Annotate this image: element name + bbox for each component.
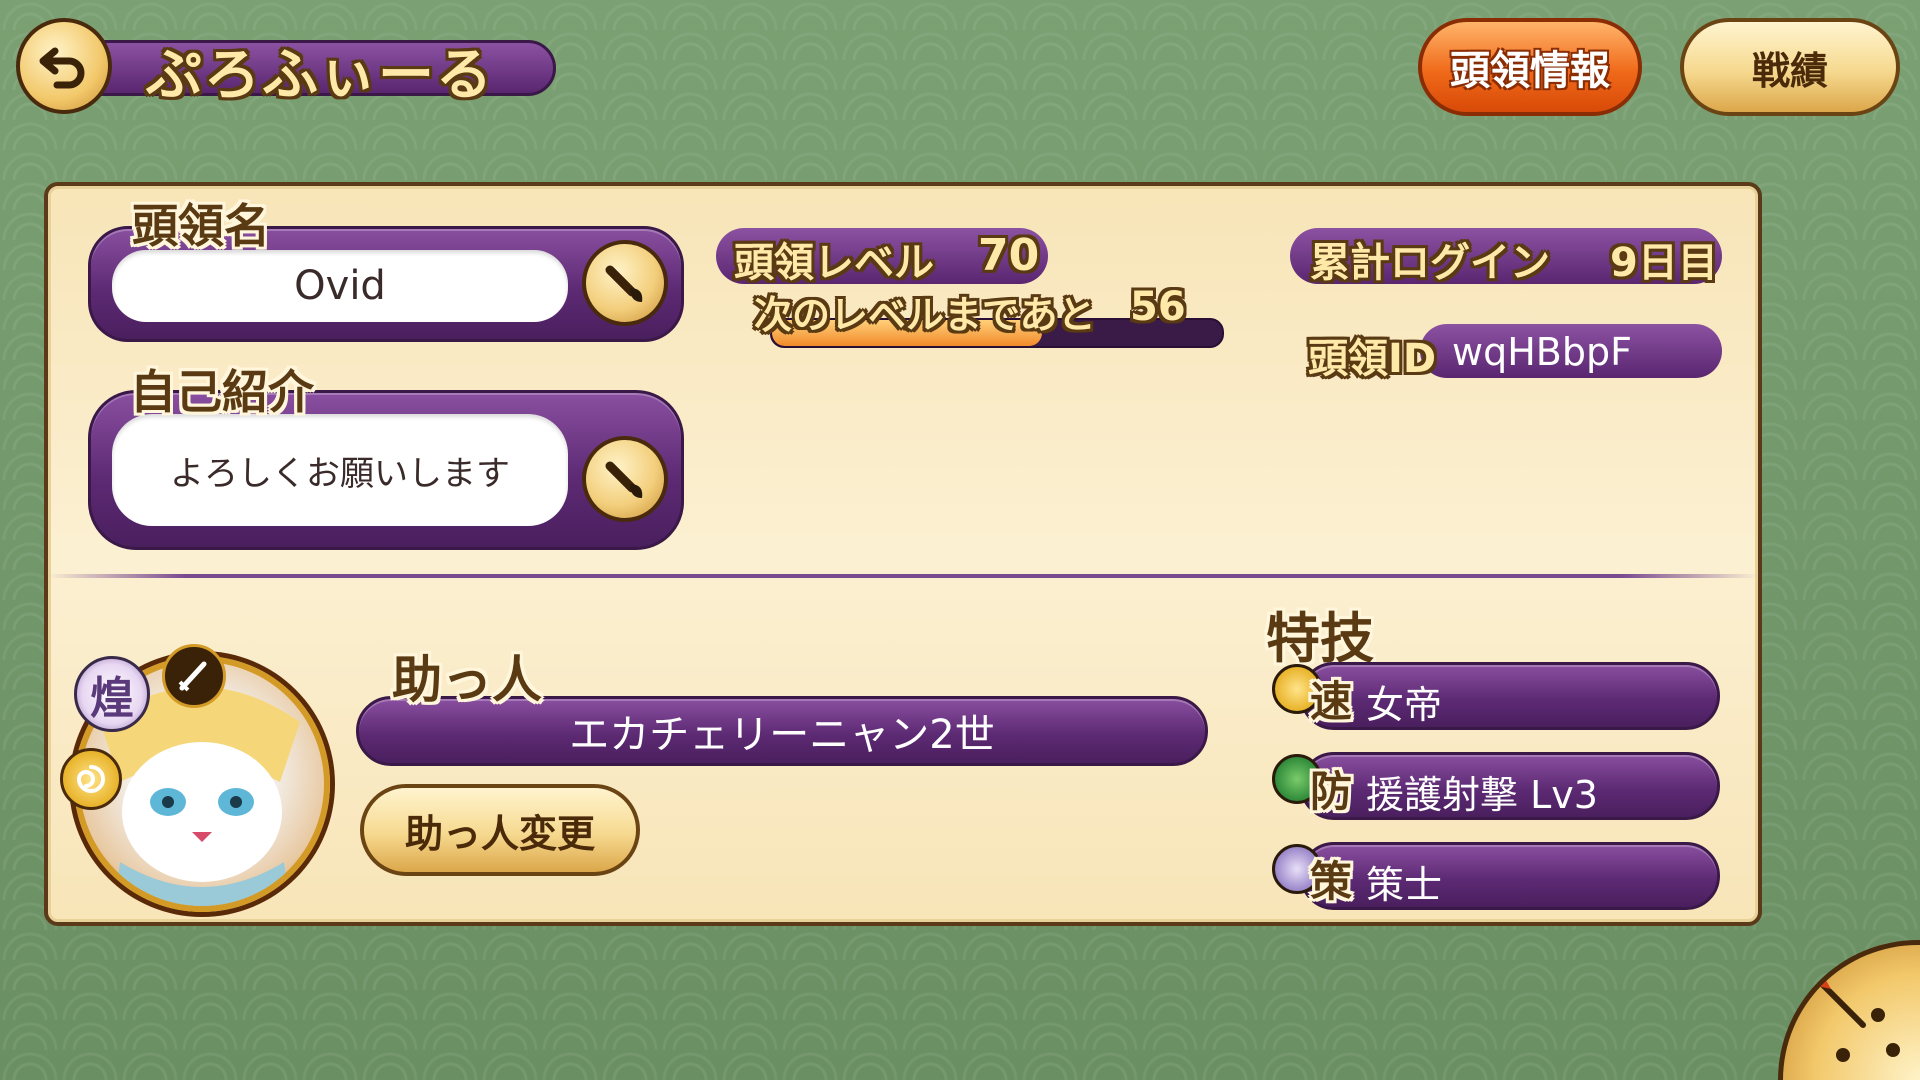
- skill-type: 策: [1310, 857, 1353, 906]
- tab-leader-info[interactable]: 頭領情報: [1418, 18, 1642, 116]
- next-level-label: 次のレベルまであと: [754, 293, 1096, 337]
- intro-label: 自己紹介: [130, 365, 314, 419]
- helper-change-label: 助っ人変更: [404, 811, 595, 856]
- rarity-badge-label: 煌: [90, 673, 134, 724]
- page-title: ぷろふぃーる: [146, 43, 494, 108]
- intro-field: よろしくお願いします: [112, 414, 568, 526]
- helper-change-button[interactable]: 助っ人変更: [360, 784, 640, 876]
- weapon-badge: [162, 644, 226, 708]
- panel-divider: [48, 574, 1758, 578]
- tab-record[interactable]: 戦績: [1680, 18, 1900, 116]
- level-value: 70: [978, 230, 1040, 281]
- helper-name: エカチェリーニャン2世: [569, 712, 995, 758]
- back-arrow-icon: [39, 47, 85, 89]
- skill-name: 女帝: [1366, 683, 1443, 727]
- name-field: Ovid: [112, 250, 568, 322]
- id-value: wqHBbpF: [1452, 330, 1632, 374]
- name-label: 頭領名: [132, 199, 270, 253]
- back-button[interactable]: [16, 18, 112, 114]
- intro-value: よろしくお願いします: [170, 453, 510, 494]
- dial-icon: [1813, 975, 1900, 1062]
- skill-row[interactable]: [1300, 842, 1720, 910]
- level-label: 頭領レベル: [734, 240, 934, 286]
- login-value: 9日目: [1610, 240, 1718, 286]
- tab-record-label: 戦績: [1751, 48, 1828, 93]
- skill-name: 援護射撃 Lv3: [1366, 773, 1598, 817]
- name-value: Ovid: [294, 263, 386, 309]
- skill-row[interactable]: [1300, 662, 1720, 730]
- skill-type: 速: [1310, 677, 1353, 726]
- rarity-badge: 煌: [74, 656, 150, 732]
- swirl-icon: [76, 765, 105, 793]
- sword-icon: [178, 661, 207, 692]
- speed-type-badge: [60, 748, 122, 810]
- corner-menu-button[interactable]: [1778, 940, 1920, 1080]
- login-label: 累計ログイン: [1310, 240, 1550, 286]
- edit-intro-button[interactable]: [582, 436, 668, 522]
- tab-leader-info-label: 頭領情報: [1450, 48, 1610, 94]
- skill-name: 策士: [1366, 863, 1443, 907]
- skill-type: 防: [1310, 767, 1353, 816]
- brush-icon: [605, 461, 643, 498]
- next-level-value: 56: [1130, 284, 1186, 330]
- id-label: 頭領ID: [1308, 336, 1437, 382]
- helper-label: 助っ人: [392, 651, 542, 709]
- brush-icon: [605, 265, 643, 302]
- edit-name-button[interactable]: [582, 240, 668, 326]
